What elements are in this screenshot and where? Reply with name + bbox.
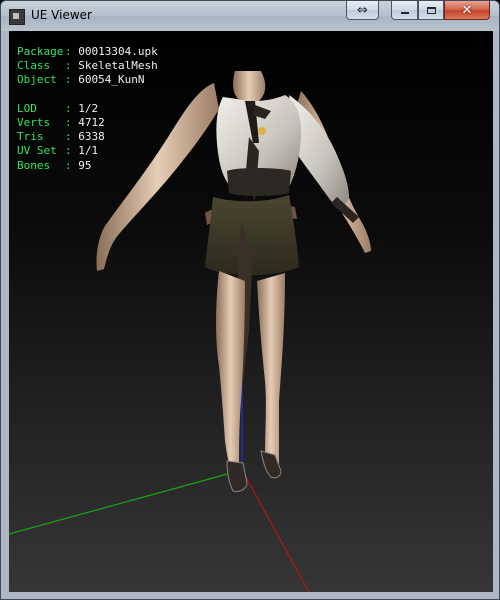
info-value: 4712 <box>78 115 105 129</box>
swap-arrows-icon: ⇔ <box>357 2 368 18</box>
info-label: UV Set <box>17 144 57 158</box>
info-row-tris: Tris: 6338 <box>17 130 105 144</box>
info-value: 95 <box>78 158 92 172</box>
app-icon <box>9 9 25 25</box>
info-label: Verts <box>17 115 51 129</box>
info-row-class: Class: SkeletalMesh <box>17 59 158 73</box>
right-leg <box>257 273 285 471</box>
app-window: UE Viewer ⇔ ✕ Package: 00013304.upk Cla… <box>0 0 500 600</box>
mesh-info-overlay: Package: 00013304.upk Class: SkeletalMes… <box>17 45 158 173</box>
info-label: Package <box>17 45 64 58</box>
info-label: Object <box>17 73 57 87</box>
info-value: SkeletalMesh <box>78 59 158 73</box>
close-icon: ✕ <box>461 2 473 18</box>
info-row-lod: LOD: 1/2 <box>17 101 99 115</box>
window-title: UE Viewer <box>31 8 92 22</box>
info-value: 1/1 <box>78 144 99 158</box>
window-bottom-border <box>1 592 499 599</box>
title-bar[interactable]: UE Viewer ⇔ ✕ <box>1 1 499 31</box>
maximize-button[interactable] <box>418 1 444 20</box>
info-row-verts: Verts: 4712 <box>17 115 105 129</box>
info-value: 00013304.upk <box>78 45 158 58</box>
info-label: Class <box>17 59 51 73</box>
left-sandal <box>226 460 248 492</box>
info-row-package: Package: 00013304.upk <box>17 45 158 58</box>
minimize-icon <box>400 12 409 14</box>
corset-belt <box>227 168 291 196</box>
info-row-uvset: UV Set: 1/1 <box>17 144 99 158</box>
info-row-bones: Bones: 95 <box>17 158 92 172</box>
minimize-button[interactable] <box>391 1 418 20</box>
info-label: LOD <box>17 101 37 115</box>
info-value: 1/2 <box>78 101 99 115</box>
swap-view-button[interactable]: ⇔ <box>346 1 379 20</box>
info-value: 6338 <box>78 130 105 144</box>
close-button[interactable]: ✕ <box>444 1 490 20</box>
left-leg <box>216 271 245 471</box>
info-value: 60054_KunN <box>78 73 145 87</box>
info-label: Tris <box>17 130 44 144</box>
maximize-icon <box>426 6 436 14</box>
info-row-object: Object: 60054_KunN <box>17 73 145 87</box>
brooch <box>258 127 266 135</box>
3d-viewport[interactable]: Package: 00013304.upk Class: SkeletalMes… <box>9 31 493 592</box>
info-label: Bones <box>17 158 51 172</box>
neck <box>233 71 266 101</box>
